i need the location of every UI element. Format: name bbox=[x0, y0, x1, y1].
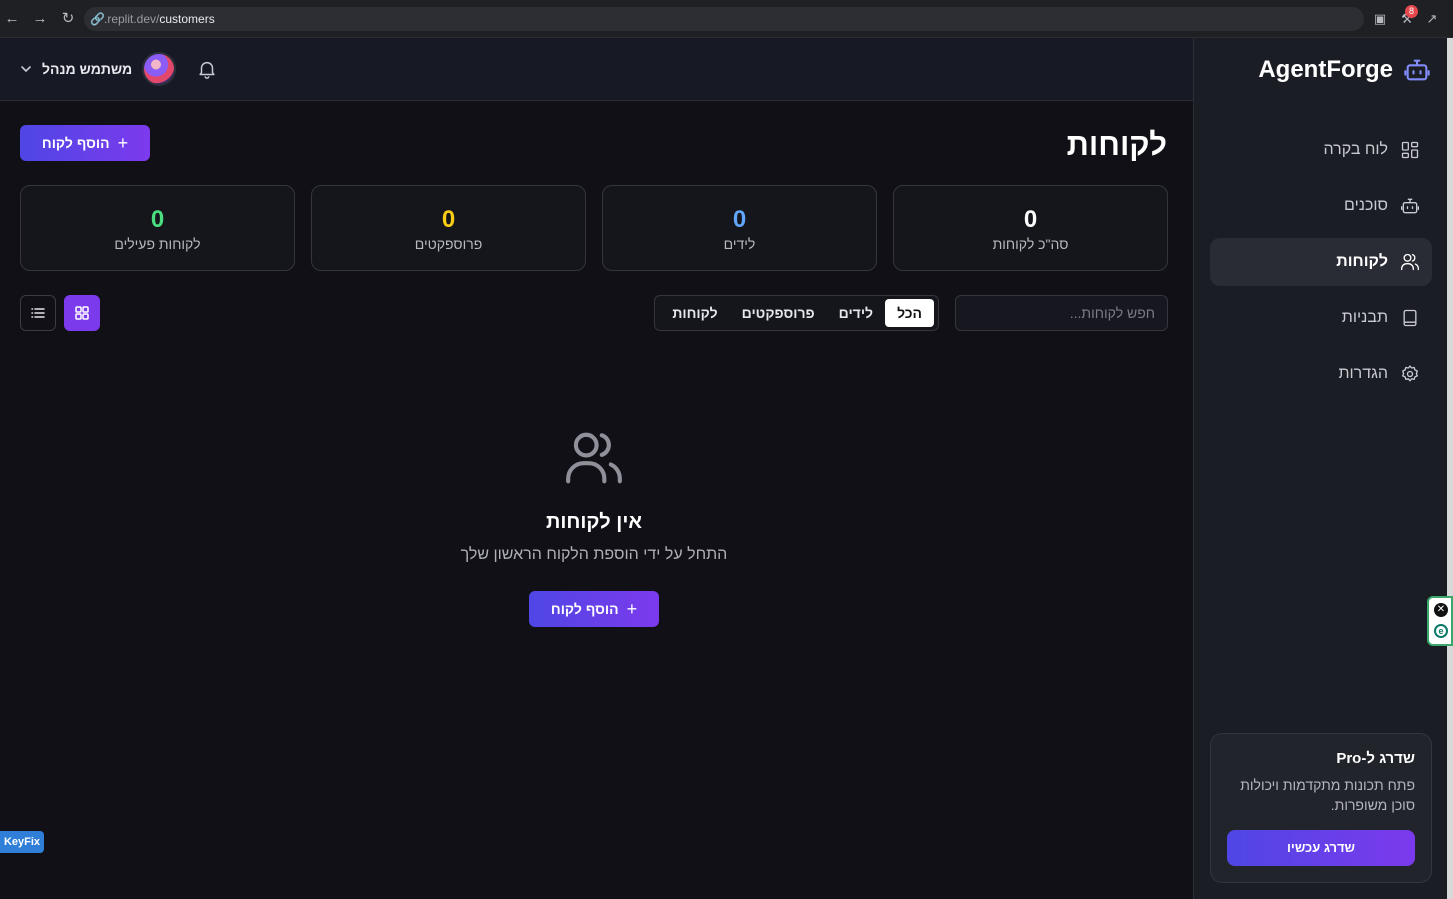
back-icon[interactable]: ← bbox=[2, 9, 22, 29]
upgrade-now-button[interactable]: שדרג עכשיו bbox=[1227, 830, 1415, 866]
filter-tabs: הכל לידים פרוספקטים לקוחות bbox=[654, 295, 939, 331]
stat-label: סה"כ לקוחות bbox=[992, 236, 1069, 252]
keyfix-badge[interactable]: KeyFix bbox=[0, 831, 44, 853]
url-text: .replit.dev/customers bbox=[104, 12, 215, 26]
tab-leads[interactable]: לידים bbox=[827, 299, 885, 327]
browser-toolbar: ← → ↻ 🔗 .replit.dev/customers ▣ ⚒ 8 ↗ bbox=[0, 0, 1453, 38]
users-empty-icon bbox=[566, 432, 622, 484]
stat-value: 0 bbox=[732, 206, 747, 233]
add-customer-label: הוסף לקוח bbox=[41, 135, 110, 151]
sidebar-item-label: לוח בקרה bbox=[1323, 141, 1388, 158]
list-view-button[interactable] bbox=[20, 295, 56, 331]
stat-card-total: 0 סה"כ לקוחות bbox=[893, 185, 1168, 271]
link-icon: 🔗 bbox=[90, 12, 105, 26]
search-input[interactable]: חפש לקוחות... bbox=[955, 295, 1168, 331]
stat-value: 0 bbox=[1023, 206, 1038, 233]
notification-badge: 8 bbox=[1405, 5, 1418, 18]
bot-icon bbox=[1401, 198, 1419, 214]
stat-label: לידים bbox=[723, 236, 756, 252]
empty-state-description: התחל על ידי הוספת הלקוח הראשון שלך bbox=[460, 546, 728, 563]
main-content: לקוחות + הוסף לקוח 0 סה"כ לקוחות 0 לידים… bbox=[0, 101, 1193, 899]
search-placeholder: חפש לקוחות... bbox=[1069, 305, 1155, 321]
tab-prospects[interactable]: פרוספקטים bbox=[730, 299, 827, 327]
tab-all[interactable]: הכל bbox=[885, 299, 934, 327]
forward-icon[interactable]: → bbox=[30, 9, 50, 29]
bot-logo-icon bbox=[1404, 59, 1430, 81]
sidebar-item-settings[interactable]: הגדרות bbox=[1210, 350, 1432, 398]
top-header: משתמש מנהל bbox=[0, 38, 1193, 101]
users-icon bbox=[1401, 253, 1420, 271]
user-name: משתמש מנהל bbox=[42, 61, 133, 77]
list-icon bbox=[31, 308, 45, 318]
page-title: לקוחות bbox=[1066, 127, 1167, 162]
sidebar-item-customers[interactable]: לקוחות bbox=[1210, 238, 1432, 286]
sidebar-item-dashboard[interactable]: לוח בקרה bbox=[1210, 126, 1432, 174]
avatar bbox=[142, 52, 177, 86]
stat-label: לקוחות פעילים bbox=[114, 236, 201, 252]
url-domain: .replit.dev/ bbox=[104, 12, 160, 26]
template-icon bbox=[1403, 309, 1417, 327]
grid-icon bbox=[75, 306, 89, 320]
chevron-down-icon bbox=[21, 66, 31, 73]
dashboard-icon bbox=[1401, 141, 1419, 159]
stat-card-active: 0 לקוחות פעילים bbox=[20, 185, 295, 271]
sidebar-item-templates[interactable]: תבניות bbox=[1210, 294, 1432, 342]
sidebar-item-label: לקוחות bbox=[1336, 253, 1388, 270]
brand-name: AgentForge bbox=[1258, 56, 1393, 83]
stat-card-leads: 0 לידים bbox=[602, 185, 877, 271]
devices-icon[interactable]: ▣ bbox=[1370, 9, 1390, 29]
stat-label: פרוספקטים bbox=[414, 236, 483, 252]
open-external-icon[interactable]: ↗ bbox=[1422, 9, 1442, 29]
bell-icon[interactable] bbox=[196, 58, 218, 80]
upgrade-description: פתח תכונות מתקדמות ויכולות סוכן משופרות. bbox=[1240, 777, 1415, 813]
sidebar-item-label: הגדרות bbox=[1338, 365, 1388, 382]
empty-state-title: אין לקוחות bbox=[545, 511, 642, 533]
reload-icon[interactable]: ↻ bbox=[58, 9, 78, 29]
brand[interactable]: AgentForge bbox=[1258, 56, 1431, 84]
user-menu[interactable]: משתמש מנהל bbox=[20, 52, 177, 86]
sidebar: AgentForge לוח בקרה סוכנים לקוחות תבניות… bbox=[1193, 38, 1447, 899]
close-icon[interactable]: ✕ bbox=[1434, 603, 1448, 617]
stat-value: 0 bbox=[150, 206, 165, 233]
stat-value: 0 bbox=[441, 206, 456, 233]
stat-card-prospects: 0 פרוספקטים bbox=[311, 185, 586, 271]
sidebar-item-agents[interactable]: סוכנים bbox=[1210, 182, 1432, 230]
scrollbar-strip[interactable] bbox=[1447, 38, 1453, 899]
extension-widget[interactable]: ✕ e bbox=[1427, 596, 1453, 646]
empty-add-customer-button[interactable]: + הוסף לקוח bbox=[529, 591, 659, 627]
extension-e-icon[interactable]: e bbox=[1434, 624, 1448, 638]
url-path: customers bbox=[159, 12, 215, 26]
plus-icon: + bbox=[117, 133, 129, 153]
sidebar-item-label: סוכנים bbox=[1344, 197, 1388, 214]
sidebar-item-label: תבניות bbox=[1341, 309, 1388, 326]
add-customer-button[interactable]: + הוסף לקוח bbox=[20, 125, 150, 161]
upgrade-title: שדרג ל-Pro bbox=[1336, 750, 1415, 767]
plus-icon: + bbox=[626, 599, 638, 619]
address-bar[interactable]: 🔗 .replit.dev/customers bbox=[84, 7, 1364, 31]
gear-icon bbox=[1402, 365, 1418, 382]
empty-add-customer-label: הוסף לקוח bbox=[550, 601, 619, 617]
upgrade-card: שדרג ל-Pro פתח תכונות מתקדמות ויכולות סו… bbox=[1210, 733, 1432, 883]
tab-customers[interactable]: לקוחות bbox=[660, 299, 729, 327]
grid-view-button[interactable] bbox=[64, 295, 100, 331]
